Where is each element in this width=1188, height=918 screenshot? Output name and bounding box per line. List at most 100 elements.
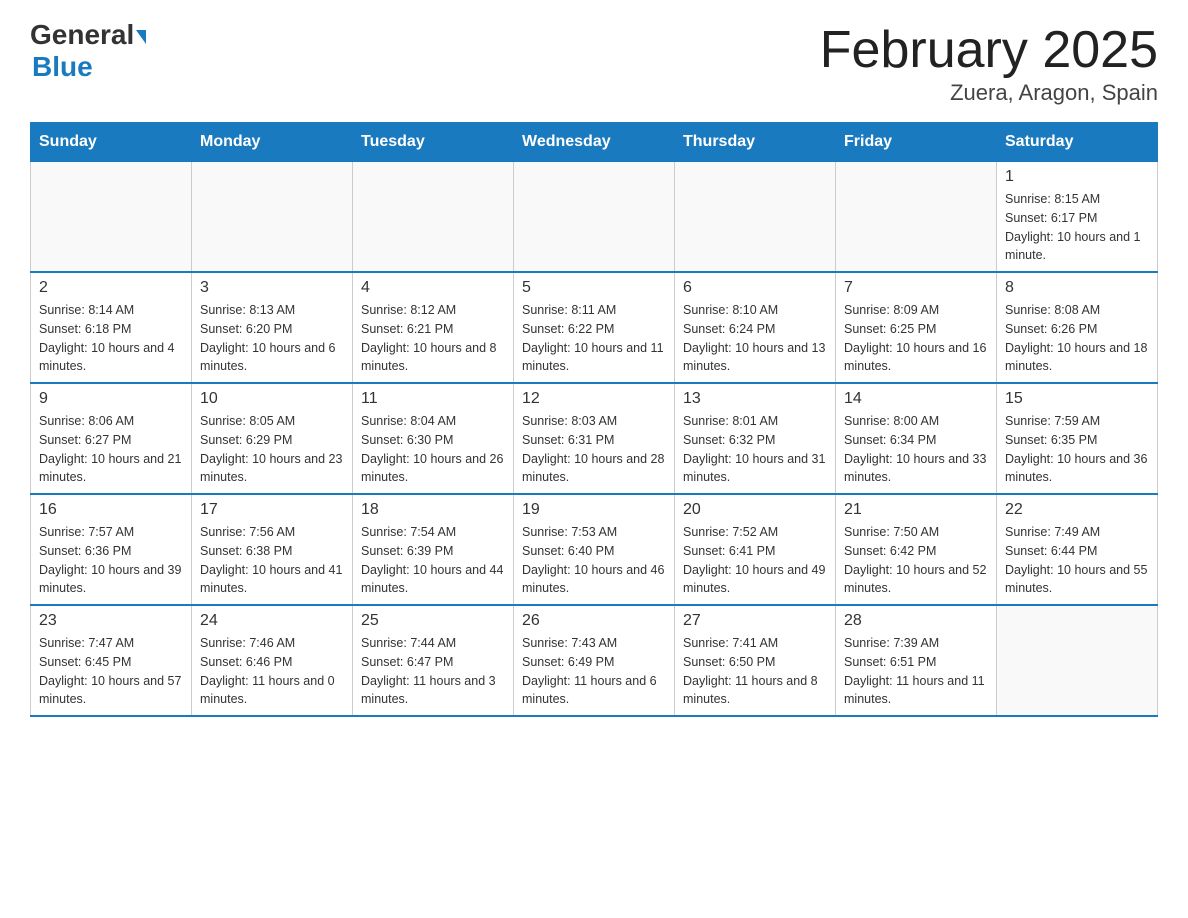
day-number: 1 (1005, 168, 1149, 186)
calendar-title: February 2025 (820, 20, 1158, 80)
day-number: 28 (844, 612, 988, 630)
day-info: Sunrise: 8:10 AMSunset: 6:24 PMDaylight:… (683, 301, 827, 376)
day-number: 6 (683, 279, 827, 297)
day-info: Sunrise: 8:01 AMSunset: 6:32 PMDaylight:… (683, 412, 827, 487)
calendar-day-cell: 28 Sunrise: 7:39 AMSunset: 6:51 PMDayligh… (836, 605, 997, 716)
calendar-day-cell: 15Sunrise: 7:59 AMSunset: 6:35 PMDayligh… (997, 383, 1158, 494)
day-info: Sunrise: 8:14 AMSunset: 6:18 PMDaylight:… (39, 301, 183, 376)
logo-triangle-icon (136, 30, 146, 44)
day-number: 4 (361, 279, 505, 297)
page-header: General Blue February 2025 Zuera, Aragon… (30, 20, 1158, 106)
calendar-day-cell: 22 Sunrise: 7:49 AMSunset: 6:44 PMDayligh… (997, 494, 1158, 605)
day-of-week-header: Wednesday (514, 123, 675, 162)
calendar-week-row: 16 Sunrise: 7:57 AMSunset: 6:36 PMDayligh… (31, 494, 1158, 605)
calendar-table: SundayMondayTuesdayWednesdayThursdayFrid… (30, 122, 1158, 717)
calendar-day-cell: 19Sunrise: 7:53 AMSunset: 6:40 PMDayligh… (514, 494, 675, 605)
day-of-week-header: Friday (836, 123, 997, 162)
day-info: Sunrise: 8:04 AMSunset: 6:30 PMDaylight:… (361, 412, 505, 487)
calendar-day-cell: 18 Sunrise: 7:54 AMSunset: 6:39 PMDayligh… (353, 494, 514, 605)
calendar-day-cell (353, 162, 514, 273)
calendar-week-row: 1 Sunrise: 8:15 AMSunset: 6:17 PMDaylight… (31, 162, 1158, 273)
day-info: Sunrise: 7:59 AMSunset: 6:35 PMDaylight:… (1005, 412, 1149, 487)
day-number: 5 (522, 279, 666, 297)
day-of-week-header: Sunday (31, 123, 192, 162)
day-number: 2 (39, 279, 183, 297)
title-block: February 2025 Zuera, Aragon, Spain (820, 20, 1158, 106)
calendar-header: SundayMondayTuesdayWednesdayThursdayFrid… (31, 123, 1158, 162)
calendar-day-cell (31, 162, 192, 273)
day-info: Sunrise: 8:15 AMSunset: 6:17 PMDaylight:… (1005, 190, 1149, 265)
calendar-day-cell: 7 Sunrise: 8:09 AMSunset: 6:25 PMDaylight… (836, 272, 997, 383)
day-info: Sunrise: 7:47 AMSunset: 6:45 PMDaylight:… (39, 634, 183, 709)
day-number: 20 (683, 501, 827, 519)
calendar-day-cell: 25 Sunrise: 7:44 AMSunset: 6:47 PMDayligh… (353, 605, 514, 716)
days-of-week-row: SundayMondayTuesdayWednesdayThursdayFrid… (31, 123, 1158, 162)
day-number: 27 (683, 612, 827, 630)
calendar-day-cell (192, 162, 353, 273)
calendar-week-row: 9Sunrise: 8:06 AMSunset: 6:27 PMDaylight… (31, 383, 1158, 494)
calendar-body: 1 Sunrise: 8:15 AMSunset: 6:17 PMDaylight… (31, 162, 1158, 717)
day-number: 18 (361, 501, 505, 519)
day-number: 17 (200, 501, 344, 519)
day-info: Sunrise: 7:50 AMSunset: 6:42 PMDaylight:… (844, 523, 988, 598)
calendar-day-cell: 24Sunrise: 7:46 AMSunset: 6:46 PMDayligh… (192, 605, 353, 716)
day-number: 25 (361, 612, 505, 630)
day-info: Sunrise: 7:57 AMSunset: 6:36 PMDaylight:… (39, 523, 183, 598)
calendar-day-cell: 26Sunrise: 7:43 AMSunset: 6:49 PMDayligh… (514, 605, 675, 716)
calendar-day-cell: 16 Sunrise: 7:57 AMSunset: 6:36 PMDayligh… (31, 494, 192, 605)
day-of-week-header: Saturday (997, 123, 1158, 162)
calendar-day-cell: 27 Sunrise: 7:41 AMSunset: 6:50 PMDayligh… (675, 605, 836, 716)
day-info: Sunrise: 7:41 AMSunset: 6:50 PMDaylight:… (683, 634, 827, 709)
day-info: Sunrise: 7:56 AMSunset: 6:38 PMDaylight:… (200, 523, 344, 598)
day-number: 21 (844, 501, 988, 519)
day-of-week-header: Thursday (675, 123, 836, 162)
calendar-subtitle: Zuera, Aragon, Spain (820, 80, 1158, 106)
calendar-day-cell (514, 162, 675, 273)
day-of-week-header: Monday (192, 123, 353, 162)
day-info: Sunrise: 8:05 AMSunset: 6:29 PMDaylight:… (200, 412, 344, 487)
calendar-week-row: 2 Sunrise: 8:14 AMSunset: 6:18 PMDaylight… (31, 272, 1158, 383)
calendar-day-cell (675, 162, 836, 273)
calendar-day-cell: 17 Sunrise: 7:56 AMSunset: 6:38 PMDayligh… (192, 494, 353, 605)
calendar-day-cell: 5 Sunrise: 8:11 AMSunset: 6:22 PMDaylight… (514, 272, 675, 383)
day-info: Sunrise: 7:49 AMSunset: 6:44 PMDaylight:… (1005, 523, 1149, 598)
day-info: Sunrise: 7:44 AMSunset: 6:47 PMDaylight:… (361, 634, 505, 709)
day-number: 12 (522, 390, 666, 408)
day-number: 14 (844, 390, 988, 408)
day-number: 9 (39, 390, 183, 408)
day-info: Sunrise: 8:12 AMSunset: 6:21 PMDaylight:… (361, 301, 505, 376)
calendar-day-cell: 11 Sunrise: 8:04 AMSunset: 6:30 PMDayligh… (353, 383, 514, 494)
day-number: 22 (1005, 501, 1149, 519)
day-info: Sunrise: 7:43 AMSunset: 6:49 PMDaylight:… (522, 634, 666, 709)
calendar-day-cell (997, 605, 1158, 716)
calendar-day-cell: 6 Sunrise: 8:10 AMSunset: 6:24 PMDaylight… (675, 272, 836, 383)
day-info: Sunrise: 7:54 AMSunset: 6:39 PMDaylight:… (361, 523, 505, 598)
calendar-day-cell: 23 Sunrise: 7:47 AMSunset: 6:45 PMDayligh… (31, 605, 192, 716)
calendar-day-cell: 10Sunrise: 8:05 AMSunset: 6:29 PMDayligh… (192, 383, 353, 494)
calendar-day-cell: 8Sunrise: 8:08 AMSunset: 6:26 PMDaylight… (997, 272, 1158, 383)
logo: General Blue (30, 20, 146, 83)
calendar-day-cell: 14 Sunrise: 8:00 AMSunset: 6:34 PMDayligh… (836, 383, 997, 494)
day-info: Sunrise: 8:08 AMSunset: 6:26 PMDaylight:… (1005, 301, 1149, 376)
calendar-day-cell: 4 Sunrise: 8:12 AMSunset: 6:21 PMDaylight… (353, 272, 514, 383)
calendar-day-cell: 3 Sunrise: 8:13 AMSunset: 6:20 PMDaylight… (192, 272, 353, 383)
calendar-day-cell: 1 Sunrise: 8:15 AMSunset: 6:17 PMDaylight… (997, 162, 1158, 273)
day-info: Sunrise: 8:09 AMSunset: 6:25 PMDaylight:… (844, 301, 988, 376)
calendar-day-cell: 2 Sunrise: 8:14 AMSunset: 6:18 PMDaylight… (31, 272, 192, 383)
day-info: Sunrise: 8:00 AMSunset: 6:34 PMDaylight:… (844, 412, 988, 487)
day-number: 16 (39, 501, 183, 519)
day-number: 19 (522, 501, 666, 519)
day-info: Sunrise: 7:39 AMSunset: 6:51 PMDaylight:… (844, 634, 988, 709)
day-number: 11 (361, 390, 505, 408)
day-number: 7 (844, 279, 988, 297)
logo-blue-text: Blue (30, 51, 93, 83)
day-info: Sunrise: 8:13 AMSunset: 6:20 PMDaylight:… (200, 301, 344, 376)
day-info: Sunrise: 8:11 AMSunset: 6:22 PMDaylight:… (522, 301, 666, 376)
day-info: Sunrise: 8:03 AMSunset: 6:31 PMDaylight:… (522, 412, 666, 487)
calendar-day-cell: 21 Sunrise: 7:50 AMSunset: 6:42 PMDayligh… (836, 494, 997, 605)
day-number: 3 (200, 279, 344, 297)
day-info: Sunrise: 7:52 AMSunset: 6:41 PMDaylight:… (683, 523, 827, 598)
day-number: 23 (39, 612, 183, 630)
calendar-day-cell: 12 Sunrise: 8:03 AMSunset: 6:31 PMDayligh… (514, 383, 675, 494)
day-info: Sunrise: 7:46 AMSunset: 6:46 PMDaylight:… (200, 634, 344, 709)
